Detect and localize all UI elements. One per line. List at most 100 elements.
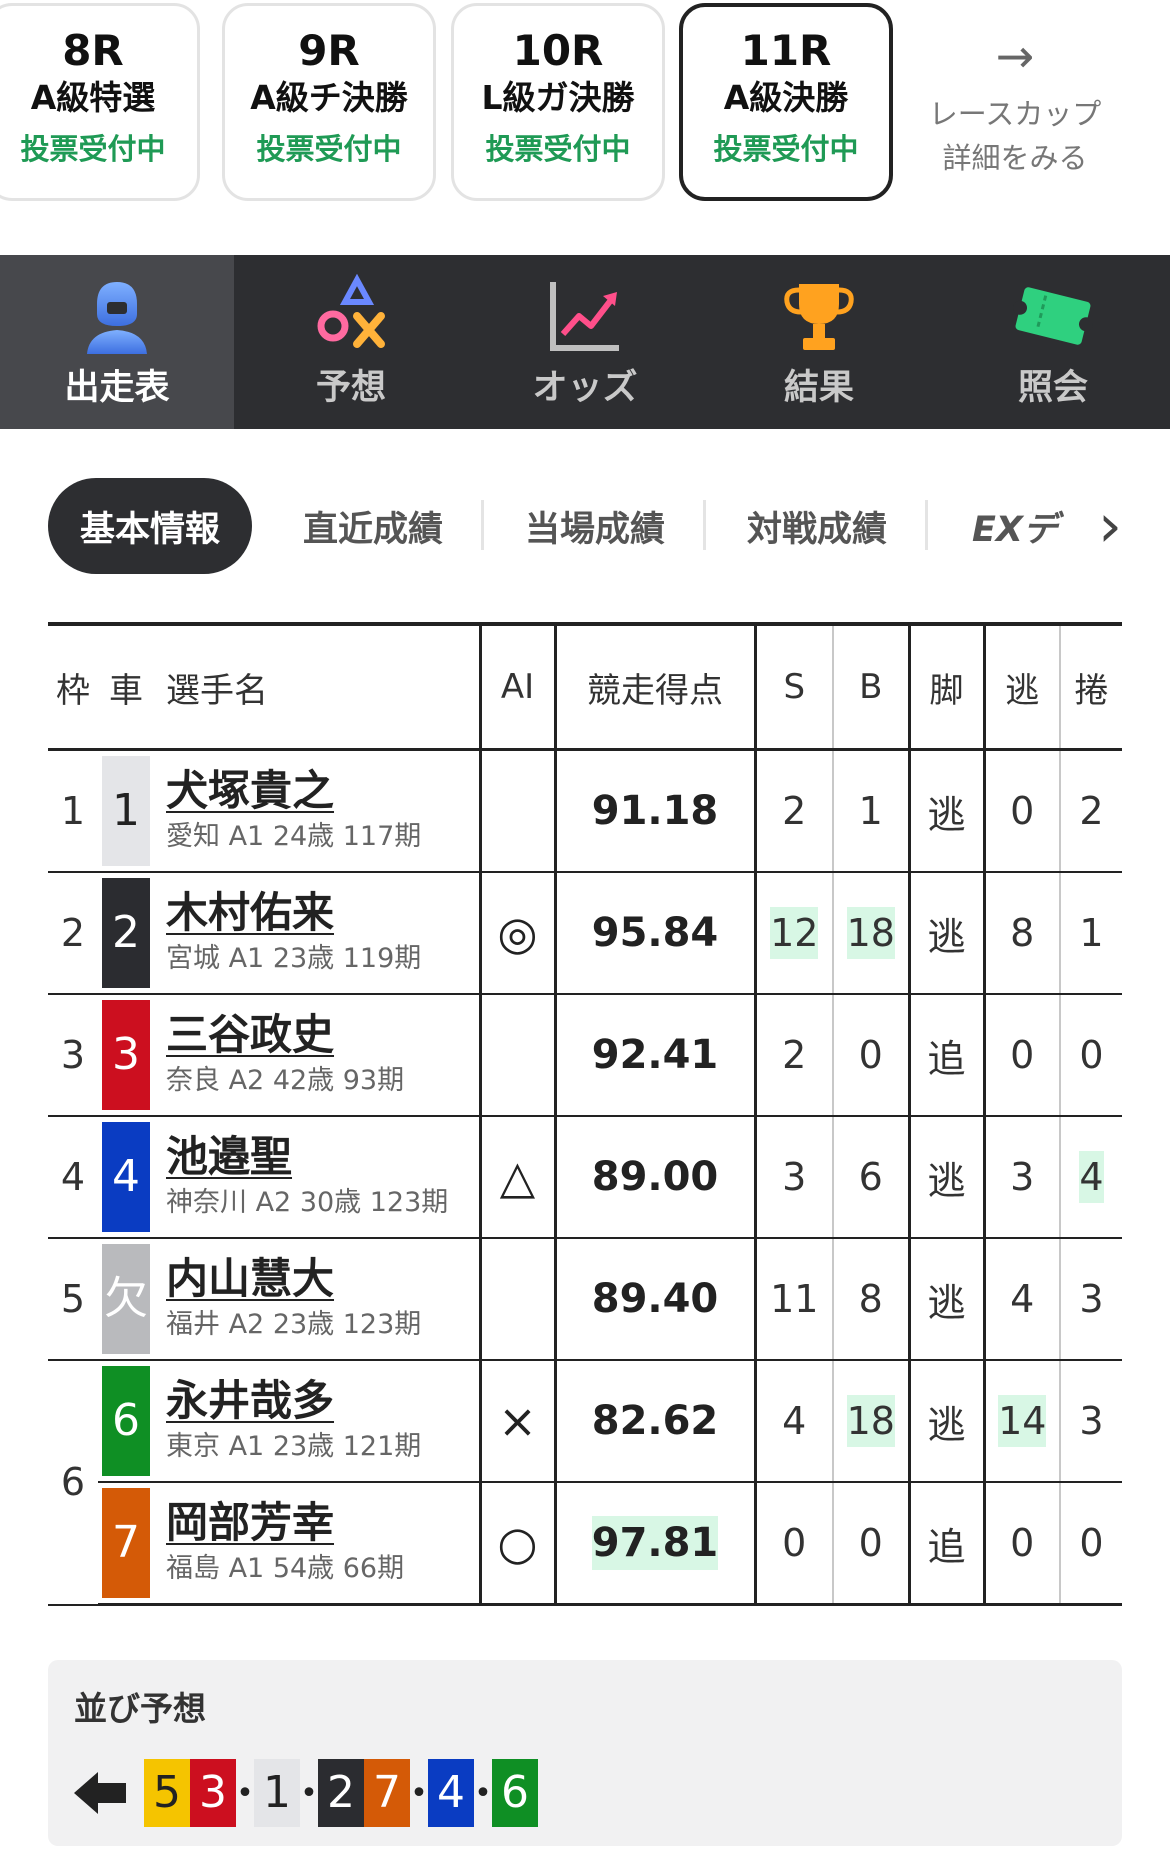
racer-name-link[interactable]: 池邉聖 — [166, 1131, 479, 1183]
s-count: 12 — [770, 907, 819, 959]
score-cell: 89.40 — [553, 1238, 755, 1361]
makuri-cell: 0 — [1059, 1482, 1122, 1606]
car-number-badge: 6 — [102, 1366, 150, 1476]
race-card-9r[interactable]: 9R A級チ決勝 投票受付中 — [222, 3, 436, 201]
racer-name-link[interactable]: 内山慧大 — [166, 1253, 479, 1305]
race-cup-detail-link[interactable]: → レースカップ 詳細をみる — [910, 20, 1120, 180]
nav-label: 出走表 — [64, 368, 170, 408]
subtab-head-to-head[interactable]: 対戦成績 — [724, 478, 910, 574]
table-row[interactable]: 44 池邉聖 神奈川 A2 30歳 123期 △ 89.00 3 6 逃 3 4 — [48, 1116, 1122, 1239]
race-score: 91.18 — [591, 788, 719, 834]
leg-type: 追 — [927, 1524, 966, 1569]
nav-tab-shokai[interactable]: 照会 — [936, 255, 1170, 429]
nige-count: 4 — [1010, 1277, 1035, 1321]
tab-separator — [481, 500, 484, 550]
racer-cell: 三谷政史 奈良 A2 42歳 93期 — [154, 994, 480, 1117]
entry-table: 枠 車 選手名 AI 競走得点 S B 脚 逃 捲 11 犬塚貴之 愛知 A1 … — [48, 622, 1122, 1606]
makuri-cell: 0 — [1059, 994, 1122, 1117]
makuri-count: 0 — [1079, 1033, 1104, 1077]
car-number-badge: 欠 — [102, 1244, 150, 1354]
ai-mark: ◎ — [497, 906, 538, 960]
makuri-cell: 4 — [1059, 1116, 1122, 1239]
car-number-badge: 7 — [102, 1488, 150, 1598]
ai-mark-cell — [478, 749, 555, 873]
ai-mark: ○ — [497, 1516, 538, 1570]
b-cell: 18 — [832, 1360, 909, 1483]
table-row[interactable]: 7 岡部芳幸 福島 A1 54歳 66期 ○ 97.81 0 0 追 0 0 — [48, 1482, 1122, 1606]
s-cell: 2 — [753, 749, 833, 873]
main-nav: 出走表 予想 オッズ 結果 照会 — [0, 255, 1170, 429]
header-nige: 逃 — [982, 622, 1060, 751]
table-row[interactable]: 66 永井哉多 東京 A1 23歳 121期 × 82.62 4 18 逃 14 3 — [48, 1360, 1122, 1606]
car-number-badge: 3 — [102, 1000, 150, 1110]
nige-count: 8 — [1010, 911, 1035, 955]
car-cell: 3 — [98, 994, 154, 1117]
subtab-venue-results[interactable]: 当場成績 — [502, 478, 688, 574]
racer-cell: 犬塚貴之 愛知 A1 24歳 117期 — [154, 749, 480, 873]
table-row[interactable]: 22 木村佑来 宮城 A1 23歳 119期 ◎ 95.84 12 18 逃 8 1 — [48, 872, 1122, 995]
waku-number: 4 — [48, 1116, 98, 1239]
nav-tab-shussohyo[interactable]: 出走表 — [0, 255, 234, 429]
header-score: 競走得点 — [553, 622, 755, 751]
line-separator-dot: • — [474, 1775, 492, 1811]
makuri-count: 3 — [1079, 1399, 1104, 1443]
tab-separator — [703, 500, 706, 550]
s-cell: 3 — [753, 1116, 833, 1239]
leg-type: 逃 — [927, 914, 966, 959]
ai-mark-cell: ○ — [478, 1482, 555, 1606]
nige-count: 0 — [1010, 789, 1035, 833]
racer-name-link[interactable]: 岡部芳幸 — [166, 1497, 479, 1549]
racer-name-link[interactable]: 木村佑来 — [166, 887, 479, 939]
b-cell: 0 — [832, 994, 909, 1117]
s-cell: 11 — [753, 1238, 833, 1361]
s-cell: 4 — [753, 1360, 833, 1483]
waku-number: 3 — [48, 994, 98, 1117]
racer-name-link[interactable]: 三谷政史 — [166, 1009, 479, 1061]
leg-cell: 逃 — [907, 1360, 984, 1483]
racer-info: 東京 A1 23歳 121期 — [166, 1431, 422, 1462]
score-cell: 95.84 — [553, 872, 755, 995]
makuri-cell: 2 — [1059, 749, 1122, 873]
cup-link-line2: 詳細をみる — [942, 141, 1088, 175]
table-row[interactable]: 33 三谷政史 奈良 A2 42歳 93期 92.41 2 0 追 0 0 — [48, 994, 1122, 1117]
b-count: 1 — [858, 789, 883, 833]
leg-cell: 逃 — [907, 872, 984, 995]
b-count: 6 — [858, 1155, 883, 1199]
subtab-basic-info[interactable]: 基本情報 — [48, 478, 252, 574]
chevron-right-icon[interactable]: › — [1090, 478, 1130, 574]
waku-number: 6 — [48, 1360, 98, 1606]
race-selector: 8R A級特選 投票受付中 9R A級チ決勝 投票受付中 10R L級ガ決勝 投… — [0, 0, 1170, 215]
line-prediction-row: 5 3 • 1 • 2 7 • 4 • 6 — [74, 1758, 538, 1828]
racer-cell: 池邉聖 神奈川 A2 30歳 123期 — [154, 1116, 480, 1239]
makuri-count: 1 — [1079, 911, 1104, 955]
race-status: 投票受付中 — [256, 132, 402, 166]
score-cell: 91.18 — [553, 749, 755, 873]
s-count: 3 — [782, 1155, 807, 1199]
table-row[interactable]: 11 犬塚貴之 愛知 A1 24歳 117期 91.18 2 1 逃 0 2 — [48, 749, 1122, 873]
racer-name-link[interactable]: 犬塚貴之 — [166, 765, 479, 817]
score-cell: 97.81 — [553, 1482, 755, 1606]
line-separator-dot: • — [300, 1775, 318, 1811]
subtab-ex-data[interactable]: EXデ — [972, 478, 1082, 574]
table-row[interactable]: 5欠 内山慧大 福井 A2 23歳 123期 89.40 11 8 逃 4 3 — [48, 1238, 1122, 1361]
car-cell: 7 — [98, 1482, 154, 1606]
race-number: 10R — [512, 26, 604, 75]
nav-tab-odds[interactable]: オッズ — [468, 255, 702, 429]
ai-mark-cell — [478, 994, 555, 1117]
nav-tab-yoso[interactable]: 予想 — [234, 255, 468, 429]
racer-name-link[interactable]: 永井哉多 — [166, 1375, 479, 1427]
racer-cell: 岡部芳幸 福島 A1 54歳 66期 — [154, 1482, 480, 1606]
race-score: 97.81 — [591, 1516, 719, 1570]
race-card-8r[interactable]: 8R A級特選 投票受付中 — [0, 3, 200, 201]
nav-tab-kekka[interactable]: 結果 — [702, 255, 936, 429]
car-cell: 6 — [98, 1360, 154, 1483]
waku-number: 2 — [48, 872, 98, 995]
prediction-shapes-icon — [317, 274, 385, 348]
s-count: 0 — [782, 1521, 807, 1565]
line-separator-dot: • — [236, 1775, 254, 1811]
race-card-10r[interactable]: 10R L級ガ決勝 投票受付中 — [451, 3, 665, 201]
car-cell: 1 — [98, 749, 154, 873]
racer-icon — [87, 282, 147, 354]
subtab-recent-results[interactable]: 直近成績 — [280, 478, 466, 574]
race-card-11r[interactable]: 11R A級決勝 投票受付中 — [679, 3, 893, 201]
